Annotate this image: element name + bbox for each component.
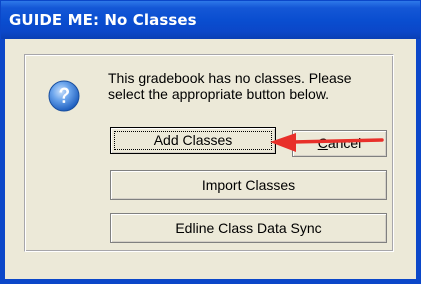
window-frame-bottom — [1, 279, 420, 283]
window-frame-right — [416, 39, 420, 283]
focus-ring — [114, 131, 272, 150]
dialog-message: This gradebook has no classes. Please se… — [108, 70, 352, 102]
arrow-shaft — [290, 138, 384, 144]
import-classes-label: Import Classes — [201, 177, 296, 193]
dialog-title: GUIDE ME: No Classes — [9, 11, 197, 29]
edline-sync-label: Edline Class Data Sync — [175, 220, 322, 236]
title-bar[interactable]: GUIDE ME: No Classes — [1, 1, 420, 39]
help-question-icon — [48, 80, 80, 112]
import-classes-button[interactable]: Import Classes — [110, 170, 387, 200]
edline-sync-button[interactable]: Edline Class Data Sync — [110, 213, 387, 243]
red-arrow-annotation — [270, 133, 384, 152]
add-classes-button[interactable]: Add Classes — [110, 127, 276, 154]
window-frame-left — [1, 39, 5, 283]
arrow-head — [270, 133, 296, 152]
